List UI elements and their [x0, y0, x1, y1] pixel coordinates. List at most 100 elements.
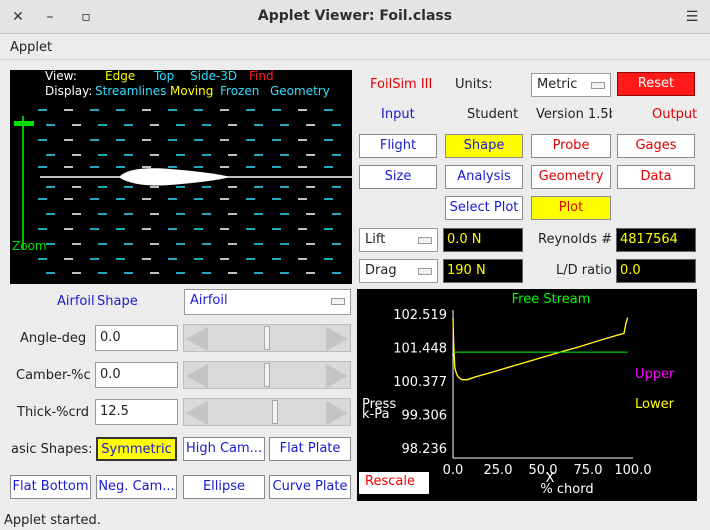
status-text: Applet started. — [4, 513, 101, 528]
streamlines — [38, 109, 341, 274]
drag-select[interactable]: Drag — [359, 259, 438, 283]
y-axis-unit: k-Pa — [362, 407, 389, 422]
x-tick-label: 100.0 — [614, 463, 651, 478]
drag-select-value: Drag — [365, 263, 397, 278]
display-frozen[interactable]: Frozen — [220, 84, 259, 98]
chart-title: Free Stream — [512, 292, 591, 307]
chevron-down-icon — [418, 268, 432, 275]
hamburger-menu-icon[interactable]: ☰ — [682, 7, 702, 27]
left-arrow-icon[interactable] — [186, 327, 208, 351]
airfoil-type-value: Airfoil — [190, 293, 228, 308]
camber-label: Camber-%c — [16, 368, 91, 383]
left-arrow-icon[interactable] — [186, 364, 208, 388]
zoom-label: Zoom — [12, 239, 47, 253]
display-geometry[interactable]: Geometry — [270, 84, 330, 98]
probe-button[interactable]: Probe — [531, 134, 611, 158]
y-tick-label: 100.377 — [393, 375, 447, 390]
select-plot-button[interactable]: Select Plot — [445, 196, 523, 220]
view-edge[interactable]: Edge — [105, 70, 135, 83]
left-arrow-icon[interactable] — [186, 401, 208, 425]
view-label: View: — [45, 70, 77, 83]
series-line-upper — [452, 317, 629, 381]
flat-plate-button[interactable]: Flat Plate — [269, 437, 351, 461]
lift-select-value: Lift — [365, 232, 386, 247]
chevron-down-icon — [331, 298, 345, 305]
reynolds-value: 4817564 — [616, 228, 696, 252]
shape-button[interactable]: Shape — [445, 134, 523, 158]
zoom-slider-thumb — [14, 121, 34, 126]
display-streamlines[interactable]: Streamlines — [95, 84, 166, 98]
y-tick-label: 98.236 — [402, 442, 448, 457]
lift-value: 0.0 N — [443, 228, 523, 252]
y-tick-label: 101.448 — [393, 342, 447, 357]
status-bar: Applet started. — [0, 508, 710, 530]
chevron-down-icon — [591, 82, 605, 89]
curve-plate-button[interactable]: Curve Plate — [269, 475, 351, 499]
x-tick-label: 75.0 — [574, 463, 603, 478]
student-label: Student — [467, 107, 519, 122]
airfoil-shape — [120, 168, 230, 186]
pressure-plot-panel: Free Stream 102.519 101.448 100.377 99.306 98… — [357, 289, 697, 501]
size-button[interactable]: Size — [359, 165, 437, 189]
reset-button[interactable]: Reset — [617, 72, 695, 96]
menu-applet[interactable]: Applet — [10, 40, 52, 55]
x-axis-unit: % chord — [540, 482, 593, 497]
units-select[interactable]: Metric — [531, 73, 611, 97]
flight-button[interactable]: Flight — [359, 134, 437, 158]
right-arrow-icon[interactable] — [326, 401, 348, 425]
flow-field — [14, 109, 352, 274]
angle-slider[interactable] — [183, 324, 351, 352]
negative-camber-button[interactable]: Neg. Cam... — [96, 475, 177, 499]
camber-slider[interactable] — [183, 361, 351, 389]
x-tick-label: 0.0 — [443, 463, 464, 478]
pressure-chart: Free Stream 102.519 101.448 100.377 99.306 98… — [362, 292, 675, 497]
view-find[interactable]: Find — [249, 70, 274, 83]
title-bar: ✕ – ▫ Applet Viewer: Foil.class ☰ — [0, 0, 710, 34]
legend-lower: Lower — [635, 397, 675, 412]
airfoil-type-select[interactable]: Airfoil — [184, 289, 351, 315]
window-title: Applet Viewer: Foil.class — [257, 8, 453, 24]
angle-input[interactable]: 0.0 — [95, 325, 178, 351]
units-label: Units: — [455, 77, 493, 92]
right-arrow-icon[interactable] — [326, 364, 348, 388]
plot-button[interactable]: Plot — [531, 196, 611, 220]
flow-view-panel[interactable]: View: Edge Top Side-3D Find Display: Str… — [10, 70, 352, 284]
view-side3d[interactable]: Side-3D — [190, 70, 237, 83]
angle-slider-thumb[interactable] — [264, 326, 270, 350]
thickness-input[interactable]: 12.5 — [95, 399, 178, 425]
data-button[interactable]: Data — [617, 165, 695, 189]
camber-input[interactable]: 0.0 — [95, 362, 178, 388]
drag-value: 190 N — [443, 259, 523, 283]
menu-bar: Applet — [0, 36, 710, 60]
units-select-value: Metric — [537, 77, 578, 92]
thickness-slider[interactable] — [183, 398, 351, 426]
y-tick-label: 102.519 — [393, 308, 447, 323]
display-moving[interactable]: Moving — [170, 84, 213, 98]
high-camber-button[interactable]: High Cam... — [183, 437, 265, 461]
camber-slider-thumb[interactable] — [264, 363, 270, 387]
shape-label: Shape — [97, 294, 138, 309]
input-heading: Input — [381, 107, 415, 122]
angle-label: Angle-deg — [20, 331, 87, 346]
view-top[interactable]: Top — [154, 70, 174, 83]
symmetric-button[interactable]: Symmetric — [96, 437, 177, 461]
rescale-button[interactable]: Rescale — [359, 472, 429, 494]
legend-upper: Upper — [635, 367, 675, 382]
reynolds-label: Reynolds # — [538, 232, 612, 247]
version-label: Version 1.5b — [536, 107, 612, 122]
thickness-slider-thumb[interactable] — [271, 400, 278, 424]
ld-ratio-value: 0.0 — [616, 259, 696, 283]
chevron-down-icon — [418, 237, 432, 244]
lift-select[interactable]: Lift — [359, 228, 438, 252]
thickness-label: Thick-%crd — [17, 405, 90, 420]
flat-bottom-button[interactable]: Flat Bottom — [10, 475, 91, 499]
analysis-button[interactable]: Analysis — [445, 165, 523, 189]
geometry-button[interactable]: Geometry — [531, 165, 611, 189]
airfoil-label: Airfoil — [57, 294, 95, 309]
x-tick-label: 25.0 — [484, 463, 513, 478]
right-arrow-icon[interactable] — [326, 327, 348, 351]
basic-shapes-label: asic Shapes: — [11, 442, 93, 457]
gages-button[interactable]: Gages — [617, 134, 695, 158]
y-tick-label: 99.306 — [402, 409, 448, 424]
ellipse-button[interactable]: Ellipse — [183, 475, 265, 499]
